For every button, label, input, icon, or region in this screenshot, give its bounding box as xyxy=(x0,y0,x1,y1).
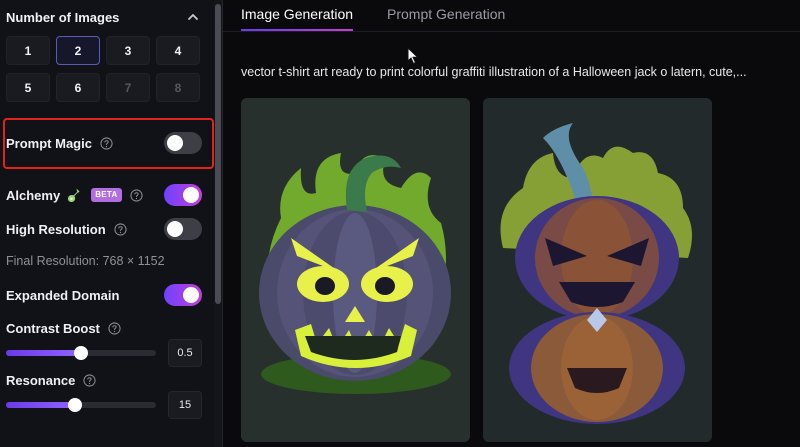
image-count-button-5[interactable]: 5 xyxy=(6,73,50,102)
tab-image-generation[interactable]: Image Generation xyxy=(241,6,353,22)
prompt-text: vector t-shirt art ready to print colorf… xyxy=(241,65,747,79)
help-icon[interactable] xyxy=(83,373,96,387)
final-resolution-text: Final Resolution: 768 × 1152 xyxy=(6,254,165,268)
number-of-images-header[interactable]: Number of Images xyxy=(6,8,200,26)
resonance-slider[interactable] xyxy=(6,398,156,412)
tab-divider xyxy=(223,31,800,32)
contrast-boost-slider-row: 0.5 xyxy=(6,339,202,367)
high-resolution-label: High Resolution xyxy=(6,221,106,237)
toggle-knob xyxy=(183,287,199,303)
number-of-images-grid: 1 2 3 4 5 6 7 8 xyxy=(6,36,202,102)
slider-fill xyxy=(6,402,75,408)
toggle-knob xyxy=(167,221,183,237)
slider-handle[interactable] xyxy=(68,398,82,412)
high-resolution-row: High Resolution xyxy=(6,218,202,240)
image-count-button-1[interactable]: 1 xyxy=(6,36,50,65)
alchemy-label: Alchemy xyxy=(6,187,61,203)
beta-badge: BETA xyxy=(91,188,122,202)
flask-icon xyxy=(68,188,80,203)
help-icon[interactable] xyxy=(130,188,143,202)
image-count-button-4[interactable]: 4 xyxy=(156,36,200,65)
contrast-boost-header: Contrast Boost xyxy=(6,317,202,339)
settings-sidebar: Number of Images 1 2 3 4 5 6 7 8 Prompt … xyxy=(0,0,214,447)
prompt-magic-label: Prompt Magic xyxy=(6,135,92,151)
tab-prompt-generation[interactable]: Prompt Generation xyxy=(387,6,505,22)
resonance-header: Resonance xyxy=(6,369,202,391)
main-panel: Image Generation Prompt Generation vecto… xyxy=(223,0,800,447)
mouse-cursor-icon xyxy=(407,47,419,65)
prompt-magic-row: Prompt Magic xyxy=(6,132,202,154)
generated-image-2[interactable] xyxy=(483,98,712,442)
help-icon[interactable] xyxy=(100,136,113,150)
high-resolution-toggle[interactable] xyxy=(164,218,202,240)
slider-handle[interactable] xyxy=(74,346,88,360)
chevron-up-icon[interactable] xyxy=(186,10,200,24)
alchemy-row: Alchemy BETA xyxy=(6,184,202,206)
toggle-knob xyxy=(167,135,183,151)
jack-o-lantern-image-1 xyxy=(241,98,470,442)
prompt-magic-toggle[interactable] xyxy=(164,132,202,154)
help-icon[interactable] xyxy=(108,321,121,335)
number-of-images-title: Number of Images xyxy=(6,9,120,25)
image-count-button-3[interactable]: 3 xyxy=(106,36,150,65)
jack-o-lantern-image-2 xyxy=(483,98,712,442)
expanded-domain-label: Expanded Domain xyxy=(6,287,120,303)
help-icon[interactable] xyxy=(114,222,127,236)
toggle-knob xyxy=(183,187,199,203)
image-count-button-8: 8 xyxy=(156,73,200,102)
resonance-slider-row: 15 xyxy=(6,391,202,419)
generated-image-1[interactable] xyxy=(241,98,470,442)
contrast-boost-value[interactable]: 0.5 xyxy=(168,339,202,367)
scrollbar-thumb[interactable] xyxy=(215,4,221,304)
image-count-button-2[interactable]: 2 xyxy=(56,36,100,65)
resonance-label: Resonance xyxy=(6,372,76,388)
contrast-boost-label: Contrast Boost xyxy=(6,320,100,336)
expanded-domain-toggle[interactable] xyxy=(164,284,202,306)
image-count-button-6[interactable]: 6 xyxy=(56,73,100,102)
expanded-domain-row: Expanded Domain xyxy=(6,284,202,306)
contrast-boost-slider[interactable] xyxy=(6,346,156,360)
sidebar-scrollbar[interactable] xyxy=(214,0,222,447)
resonance-value[interactable]: 15 xyxy=(168,391,202,419)
alchemy-toggle[interactable] xyxy=(164,184,202,206)
slider-fill xyxy=(6,350,81,356)
image-count-button-7: 7 xyxy=(106,73,150,102)
